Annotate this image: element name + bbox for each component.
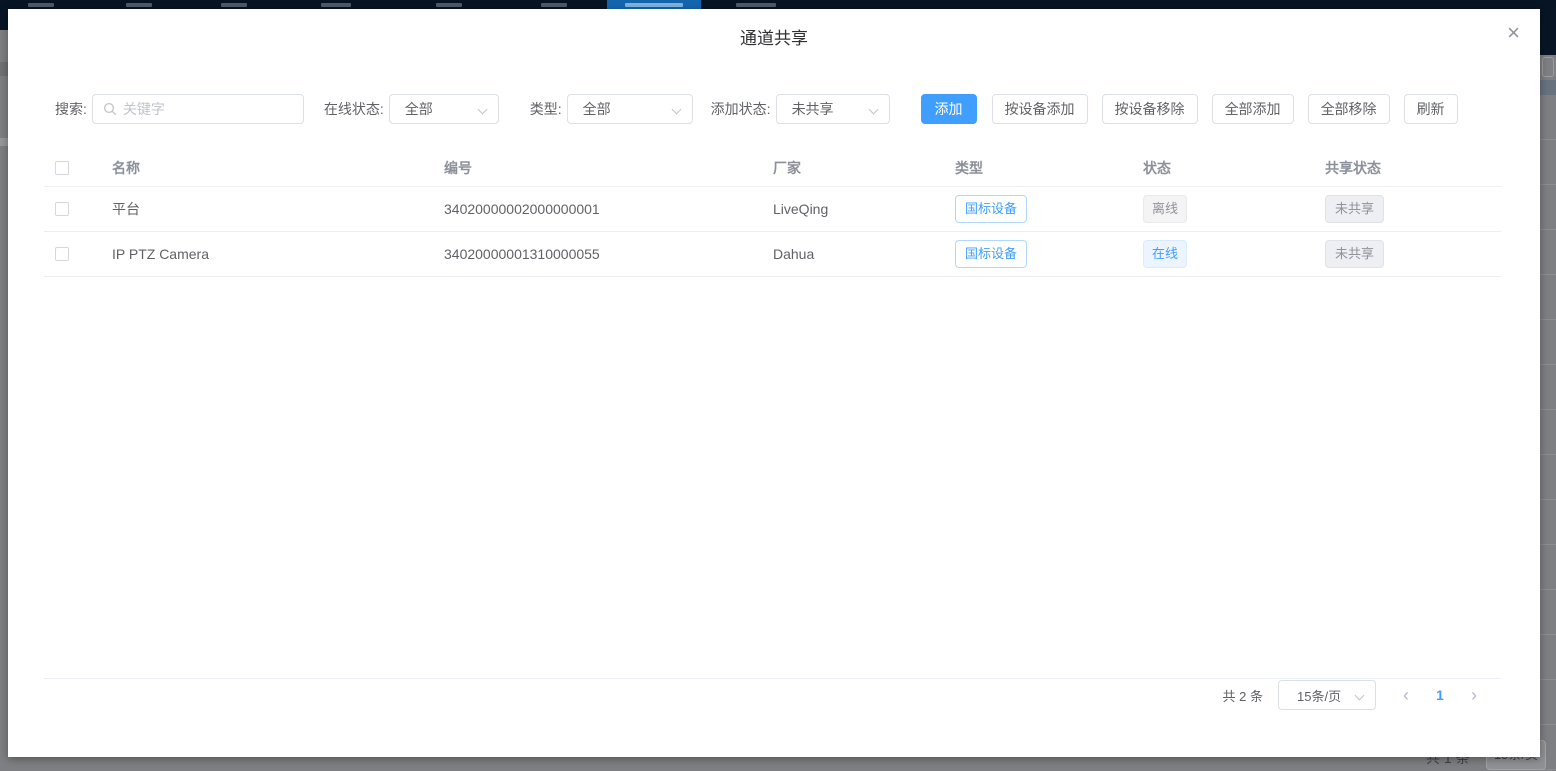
row-checkbox[interactable] bbox=[55, 247, 69, 261]
online-status-label: 在线状态: bbox=[324, 99, 384, 119]
column-header-code: 编号 bbox=[432, 158, 761, 178]
chevron-down-icon bbox=[671, 105, 681, 115]
channel-table: 名称 编号 厂家 类型 状态 共享状态 平台 34020000002000000… bbox=[44, 150, 1501, 277]
background-row-fragment bbox=[1540, 80, 1556, 95]
share-status-badge: 未共享 bbox=[1325, 240, 1384, 268]
close-icon[interactable]: × bbox=[1507, 22, 1520, 44]
channel-vendor: Dahua bbox=[761, 246, 943, 262]
topbar-tab-fragment bbox=[436, 3, 462, 7]
type-select[interactable]: 全部 bbox=[567, 94, 693, 124]
type-badge: 国标设备 bbox=[955, 240, 1027, 268]
pagination: 共 2 条 15条/页 ‹ 1 › bbox=[1223, 679, 1490, 711]
channel-code: 34020000001310000055 bbox=[432, 246, 761, 262]
add-by-device-button[interactable]: 按设备添加 bbox=[992, 94, 1088, 124]
page-size-select[interactable]: 15条/页 bbox=[1278, 680, 1376, 710]
next-page-icon[interactable]: › bbox=[1458, 680, 1490, 710]
chevron-down-icon bbox=[477, 105, 487, 115]
row-checkbox[interactable] bbox=[55, 202, 69, 216]
add-all-button[interactable]: 全部添加 bbox=[1212, 94, 1294, 124]
online-status-value: 全部 bbox=[390, 99, 433, 119]
column-header-type: 类型 bbox=[943, 158, 1131, 178]
type-badge: 国标设备 bbox=[955, 195, 1027, 223]
channel-code: 34020000002000000001 bbox=[432, 201, 761, 217]
topbar-tab-fragment bbox=[625, 3, 683, 7]
topbar-tab-fragment bbox=[321, 3, 351, 7]
column-header-name: 名称 bbox=[100, 158, 432, 178]
column-header-status: 状态 bbox=[1131, 158, 1313, 178]
total-count-label: 共 2 条 bbox=[1223, 686, 1263, 705]
search-input[interactable] bbox=[92, 94, 304, 124]
channel-name: 平台 bbox=[100, 199, 432, 219]
background-button-fragment bbox=[1542, 57, 1554, 77]
background-topbar bbox=[0, 0, 1556, 9]
remove-all-button[interactable]: 全部移除 bbox=[1308, 94, 1390, 124]
background-table-fragment bbox=[1540, 95, 1556, 771]
channel-share-dialog: 通道共享 × 搜索: 在线状态: 全部 类型: 全部 添加状态: bbox=[8, 9, 1540, 757]
add-status-label: 添加状态: bbox=[711, 99, 771, 119]
search-icon bbox=[103, 102, 117, 116]
online-status-select[interactable]: 全部 bbox=[389, 94, 499, 124]
channel-vendor: LiveQing bbox=[761, 201, 943, 217]
refresh-button[interactable]: 刷新 bbox=[1404, 94, 1458, 124]
search-keyword-field[interactable] bbox=[123, 101, 283, 117]
search-label: 搜索: bbox=[55, 99, 87, 119]
column-header-vendor: 厂家 bbox=[761, 158, 943, 178]
column-header-share-status: 共享状态 bbox=[1313, 158, 1501, 178]
filter-toolbar: 搜索: 在线状态: 全部 类型: 全部 添加状态: 未共享 bbox=[55, 94, 1458, 124]
status-badge: 在线 bbox=[1143, 240, 1187, 268]
channel-name: IP PTZ Camera bbox=[100, 246, 432, 262]
share-status-badge: 未共享 bbox=[1325, 195, 1384, 223]
type-value: 全部 bbox=[568, 99, 611, 119]
remove-by-device-button[interactable]: 按设备移除 bbox=[1102, 94, 1198, 124]
table-row[interactable]: IP PTZ Camera 34020000001310000055 Dahua… bbox=[44, 232, 1501, 277]
status-badge: 离线 bbox=[1143, 195, 1187, 223]
topbar-tab-fragment bbox=[126, 3, 152, 7]
topbar-active-tab[interactable] bbox=[607, 0, 701, 9]
background-sidebar-fragment bbox=[0, 62, 8, 76]
page-number[interactable]: 1 bbox=[1422, 687, 1458, 703]
table-header-row: 名称 编号 厂家 类型 状态 共享状态 bbox=[44, 150, 1501, 187]
background-sidebar-fragment bbox=[0, 138, 8, 146]
topbar-tab-fragment bbox=[28, 3, 54, 7]
chevron-down-icon bbox=[868, 105, 878, 115]
add-status-value: 未共享 bbox=[777, 99, 834, 119]
topbar-tab-fragment bbox=[541, 3, 567, 7]
screen: 15条/页 共 1 条 通道共享 × 搜索: 在线状态: 全部 类型: 全部 bbox=[0, 0, 1556, 771]
topbar-tab-fragment bbox=[736, 3, 776, 7]
chevron-down-icon bbox=[1355, 691, 1365, 701]
type-label: 类型: bbox=[530, 99, 562, 119]
page-size-value: 15条/页 bbox=[1279, 686, 1341, 705]
topbar-tab-fragment bbox=[221, 3, 247, 7]
prev-page-icon[interactable]: ‹ bbox=[1390, 680, 1422, 710]
select-all-checkbox[interactable] bbox=[55, 161, 69, 175]
table-row[interactable]: 平台 34020000002000000001 LiveQing 国标设备 离线… bbox=[44, 187, 1501, 232]
add-status-select[interactable]: 未共享 bbox=[776, 94, 890, 124]
add-button[interactable]: 添加 bbox=[921, 94, 977, 124]
dialog-title: 通道共享 bbox=[8, 24, 1540, 49]
